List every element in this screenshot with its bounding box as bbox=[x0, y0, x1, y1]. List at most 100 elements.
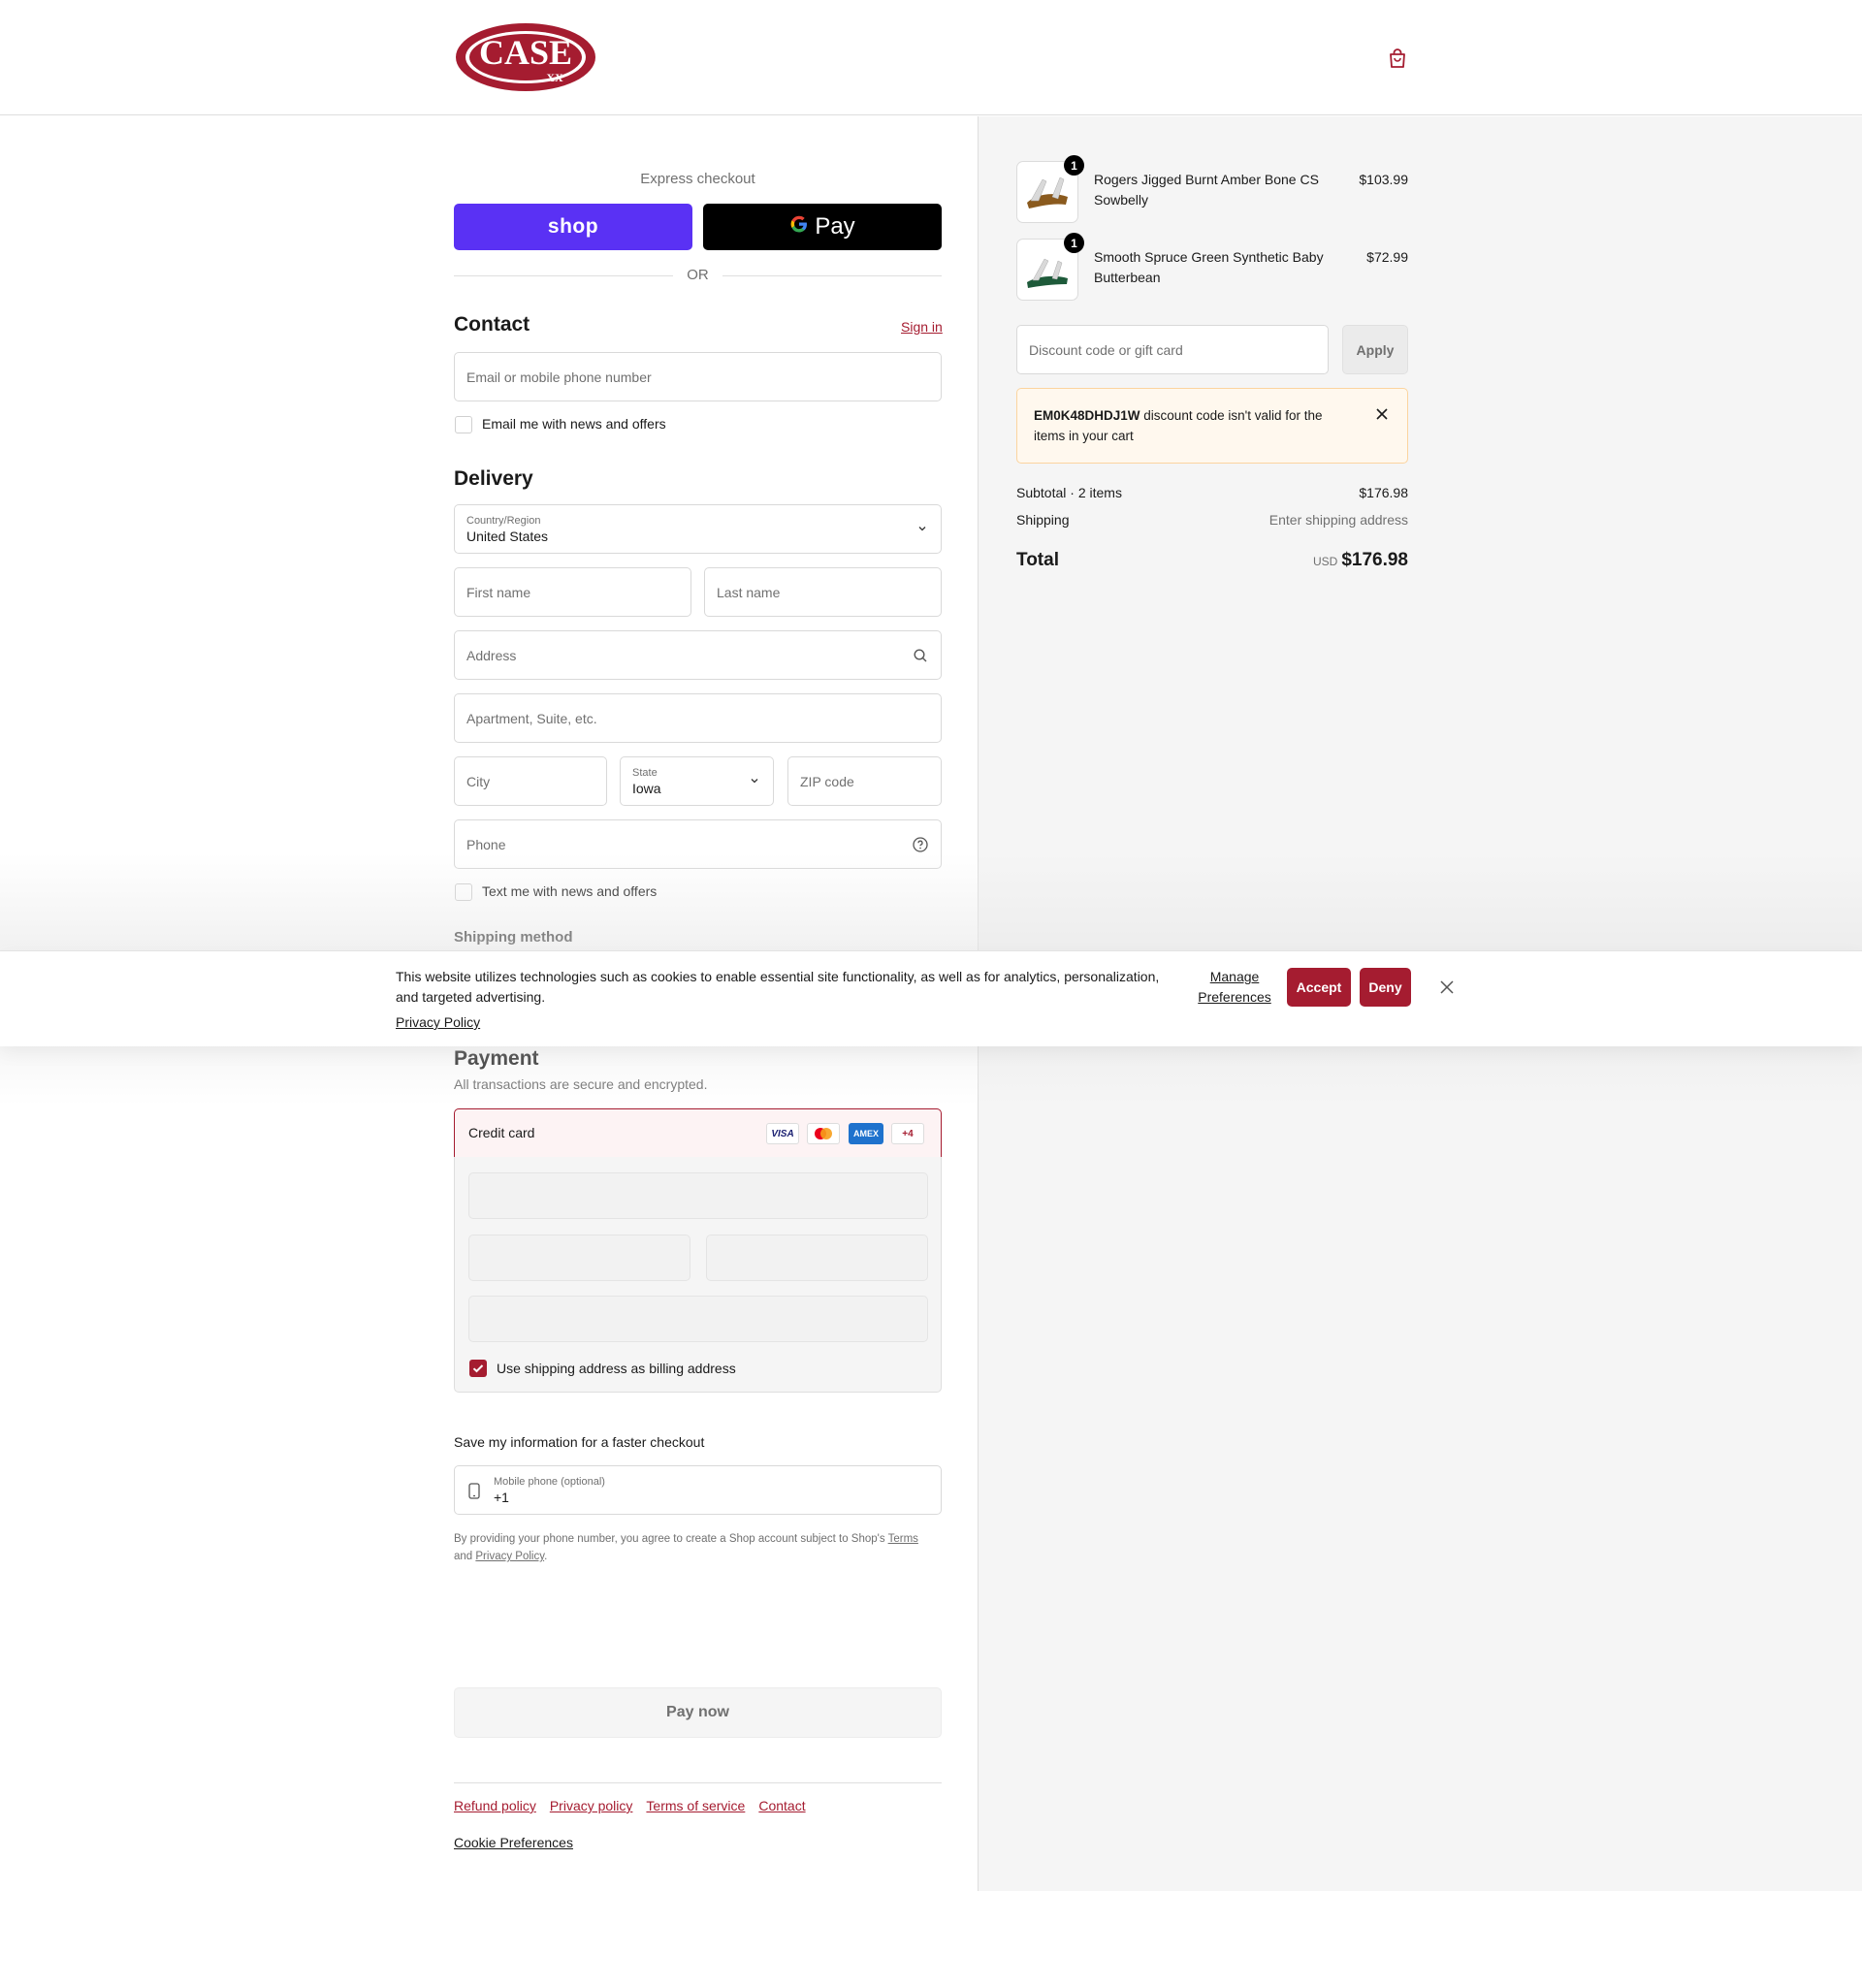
google-pay-label: Pay bbox=[815, 213, 855, 240]
credit-card-form: Use shipping address as billing address bbox=[454, 1157, 942, 1393]
subtotal-value: $176.98 bbox=[1359, 485, 1408, 500]
item-price: $103.99 bbox=[1359, 172, 1408, 187]
payment-subtitle: All transactions are secure and encrypte… bbox=[454, 1076, 708, 1092]
shop-legal-text: By providing your phone number, you agre… bbox=[454, 1530, 942, 1565]
currency-code: USD bbox=[1312, 555, 1338, 568]
card-name-field[interactable] bbox=[468, 1296, 928, 1342]
total-amount: USD $176.98 bbox=[1214, 550, 1408, 571]
state-label: State bbox=[632, 766, 658, 779]
city-placeholder: City bbox=[466, 773, 491, 789]
email-news-checkbox[interactable] bbox=[455, 416, 472, 433]
save-info-heading: Save my information for a faster checkou… bbox=[454, 1434, 705, 1450]
subtotal-label: Subtotal · 2 items bbox=[1016, 485, 1122, 500]
shopping-bag-icon[interactable] bbox=[1387, 48, 1408, 69]
close-icon[interactable] bbox=[1439, 979, 1455, 995]
last-name-placeholder: Last name bbox=[717, 584, 781, 600]
first-name-placeholder: First name bbox=[466, 584, 531, 600]
shipping-method-heading: Shipping method bbox=[454, 929, 573, 946]
legal-text-1: By providing your phone number, you agre… bbox=[454, 1533, 885, 1545]
manage-line-1: Manage bbox=[1209, 969, 1260, 984]
zip-placeholder: ZIP code bbox=[800, 773, 854, 789]
discount-error-text: EM0K48DHDJ1W discount code isn't valid f… bbox=[1034, 405, 1344, 446]
city-field[interactable]: City bbox=[454, 756, 607, 806]
apply-label: Apply bbox=[1356, 341, 1395, 358]
shipping-value: Enter shipping address bbox=[1268, 512, 1408, 528]
item-price: $72.99 bbox=[1366, 249, 1408, 265]
apartment-field[interactable]: Apartment, Suite, etc. bbox=[454, 693, 942, 743]
terms-of-service-link[interactable]: Terms of service bbox=[646, 1798, 745, 1813]
privacy-policy-link[interactable]: Privacy policy bbox=[550, 1798, 633, 1813]
sign-in-link[interactable]: Sign in bbox=[901, 319, 943, 335]
accept-cookies-button[interactable]: Accept bbox=[1287, 968, 1351, 1007]
address-placeholder: Address bbox=[466, 647, 517, 663]
shop-privacy-link[interactable]: Privacy Policy bbox=[475, 1551, 544, 1562]
contact-link[interactable]: Contact bbox=[758, 1798, 805, 1813]
apartment-placeholder: Apartment, Suite, etc. bbox=[466, 710, 597, 726]
apply-button[interactable]: Apply bbox=[1342, 325, 1408, 374]
first-name-field[interactable]: First name bbox=[454, 567, 691, 617]
close-icon[interactable] bbox=[1376, 408, 1388, 420]
cookie-privacy-link[interactable]: Privacy Policy bbox=[396, 1014, 480, 1030]
amex-icon: AMEX bbox=[849, 1123, 883, 1144]
payment-heading: Payment bbox=[454, 1047, 539, 1070]
google-pay-button[interactable]: Pay bbox=[703, 204, 942, 250]
mobile-phone-icon bbox=[468, 1483, 480, 1499]
checkmark-icon bbox=[472, 1364, 484, 1373]
more-cards-badge: +4 bbox=[891, 1123, 924, 1144]
country-value: United States bbox=[466, 528, 549, 544]
discount-code-field[interactable]: Discount code or gift card bbox=[1016, 325, 1329, 374]
mobile-phone-field[interactable]: Mobile phone (optional) +1 bbox=[454, 1465, 942, 1515]
manage-line-2: Preferences bbox=[1198, 989, 1271, 1005]
quantity-badge: 1 bbox=[1064, 155, 1084, 176]
mastercard-icon bbox=[807, 1123, 840, 1144]
phone-placeholder: Phone bbox=[466, 836, 506, 852]
or-divider: OR bbox=[454, 267, 942, 286]
express-checkout-label: Express checkout bbox=[640, 171, 755, 187]
discount-error-code: EM0K48DHDJ1W bbox=[1034, 408, 1140, 423]
cookie-text: This website utilizes technologies such … bbox=[396, 969, 1160, 1005]
card-cvv-field[interactable] bbox=[706, 1234, 928, 1281]
card-expiry-field[interactable] bbox=[468, 1234, 690, 1281]
credit-card-label: Credit card bbox=[468, 1125, 535, 1140]
zip-field[interactable]: ZIP code bbox=[787, 756, 942, 806]
state-value: Iowa bbox=[632, 780, 661, 796]
footer-divider bbox=[454, 1782, 942, 1783]
header: CASE XX bbox=[0, 0, 1862, 115]
total-value: $176.98 bbox=[1341, 550, 1408, 570]
billing-checkbox[interactable] bbox=[469, 1360, 487, 1377]
delivery-heading: Delivery bbox=[454, 467, 533, 490]
shop-terms-link[interactable]: Terms bbox=[888, 1533, 918, 1545]
mobile-phone-value: +1 bbox=[494, 1489, 509, 1505]
address-field[interactable]: Address bbox=[454, 630, 942, 680]
google-g-icon bbox=[789, 213, 809, 240]
quantity-badge: 1 bbox=[1064, 233, 1084, 253]
country-label: Country/Region bbox=[466, 514, 541, 527]
logo-sub: XX bbox=[546, 71, 563, 84]
discount-error-banner: EM0K48DHDJ1W discount code isn't valid f… bbox=[1016, 388, 1408, 464]
legal-and: and bbox=[454, 1551, 473, 1562]
case-logo[interactable]: CASE XX bbox=[454, 21, 597, 93]
card-number-field[interactable] bbox=[468, 1172, 928, 1219]
state-select[interactable]: State Iowa bbox=[620, 756, 774, 806]
legal-end: . bbox=[544, 1551, 548, 1562]
search-icon bbox=[914, 649, 927, 662]
help-icon[interactable] bbox=[912, 836, 929, 853]
billing-label: Use shipping address as billing address bbox=[497, 1361, 736, 1376]
manage-preferences-link[interactable]: Manage Preferences bbox=[1193, 967, 1276, 1008]
chevron-down-icon bbox=[918, 527, 926, 531]
last-name-field[interactable]: Last name bbox=[704, 567, 942, 617]
discount-placeholder: Discount code or gift card bbox=[1029, 341, 1183, 358]
pay-now-label: Pay now bbox=[666, 1704, 729, 1720]
country-select[interactable]: Country/Region United States bbox=[454, 504, 942, 554]
refund-policy-link[interactable]: Refund policy bbox=[454, 1798, 536, 1813]
deny-cookies-button[interactable]: Deny bbox=[1360, 968, 1411, 1007]
phone-field[interactable]: Phone bbox=[454, 819, 942, 869]
email-news-label: Email me with news and offers bbox=[482, 416, 666, 432]
sms-news-checkbox[interactable] bbox=[455, 883, 472, 901]
shop-pay-button[interactable]: shop bbox=[454, 204, 692, 250]
email-field[interactable]: Email or mobile phone number bbox=[454, 352, 942, 401]
credit-card-option[interactable]: Credit card VISA AMEX +4 bbox=[454, 1108, 942, 1158]
pay-now-button[interactable]: Pay now bbox=[454, 1687, 942, 1738]
cookie-preferences-link[interactable]: Cookie Preferences bbox=[454, 1835, 573, 1850]
cookie-banner: This website utilizes technologies such … bbox=[0, 950, 1862, 1046]
